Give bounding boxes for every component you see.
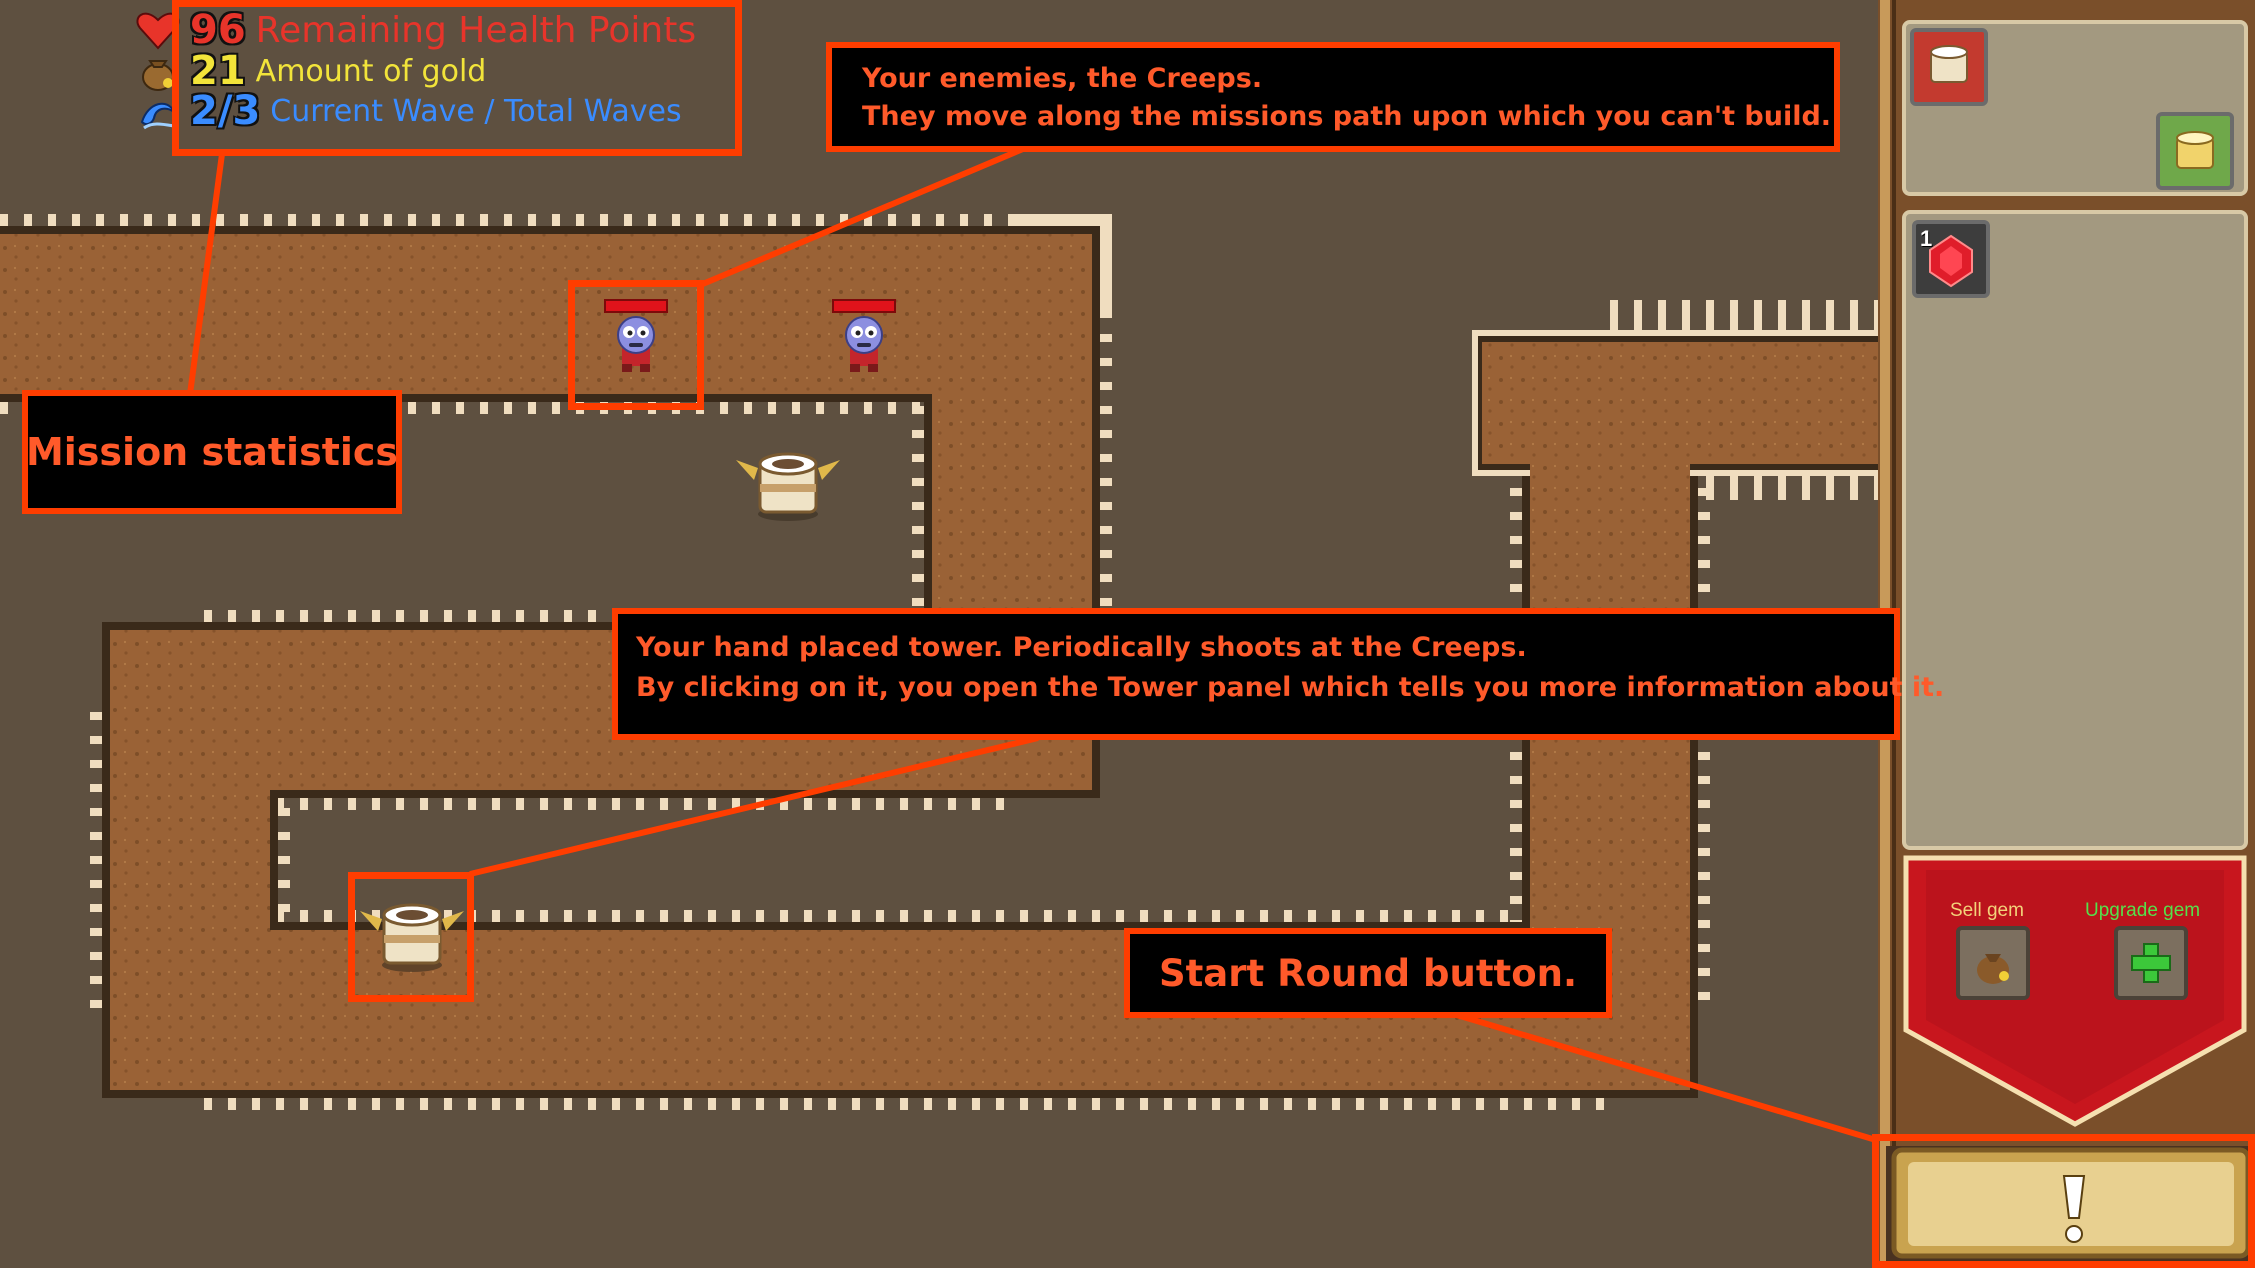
annotation-mission-statistics-text: Mission statistics xyxy=(25,430,399,474)
start-round-highlight-frame xyxy=(1872,1134,2255,1268)
annotation-creeps: Your enemies, the Creeps. They move alon… xyxy=(826,42,1840,152)
gem-count-badge: 1 xyxy=(1920,226,1933,251)
annotation-tower: Your hand placed tower. Periodically sho… xyxy=(612,608,1945,740)
upgrade-gem-button[interactable] xyxy=(2114,926,2188,1000)
annotation-creeps-line2: They move along the missions path upon w… xyxy=(862,101,1832,132)
annotation-start-round-text: Start Round button. xyxy=(1158,951,1578,995)
sell-gem-button[interactable] xyxy=(1956,926,2030,1000)
upgrade-gem-label: Upgrade gem xyxy=(2085,900,2201,921)
inventory-gold-tower-slot xyxy=(2156,112,2234,190)
tower-highlight-frame xyxy=(348,872,474,1002)
annotation-mission-statistics: Mission statistics xyxy=(22,390,402,514)
sell-gem-label: Sell gem xyxy=(1950,900,2024,921)
creep-highlight-frame xyxy=(568,280,704,410)
game-screen: 96 Remaining Health Points 21 Amount of … xyxy=(0,0,2255,1268)
inventory-tower-slot xyxy=(1910,28,1988,106)
annotation-creeps-line1: Your enemies, the Creeps. xyxy=(862,63,1263,94)
annotation-start-round: Start Round button. xyxy=(1124,928,1612,1018)
side-panel xyxy=(1878,0,2255,1268)
hud-highlight-frame xyxy=(172,0,742,156)
annotation-tower-line1: Your hand placed tower. Periodically sho… xyxy=(636,632,1527,663)
annotation-tower-line2: By clicking on it, you open the Tower pa… xyxy=(636,672,1945,703)
